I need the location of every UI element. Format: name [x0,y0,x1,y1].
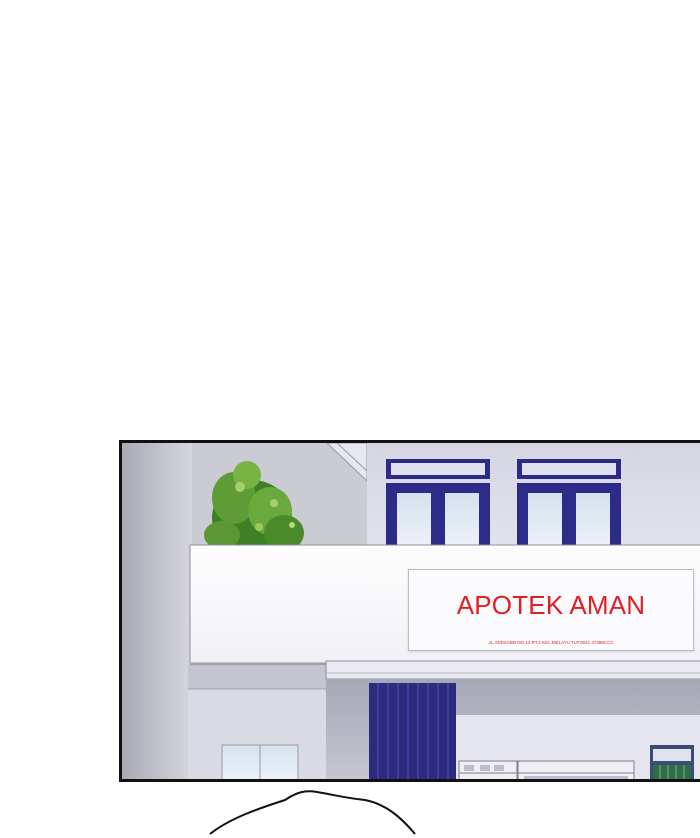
pharmacy-sign-name: APOTEK AMAN [456,590,646,620]
blue-curtain [369,683,456,779]
upper-window-right [517,459,621,558]
comic-page: APOTEK AMAN JL.ANDSABD NO.14 RT.2 KEL.ME… [0,0,700,835]
shop-right-window [650,745,694,779]
pharmacy-sign: APOTEK AMAN JL.ANDSABD NO.14 RT.2 KEL.ME… [408,569,694,651]
shop-canopy [325,660,700,680]
upper-window-left [386,459,490,558]
comic-panel: APOTEK AMAN JL.ANDSABD NO.14 RT.2 KEL.ME… [119,440,700,782]
shop-counters [458,760,635,779]
left-wall [122,443,192,779]
pharmacy-sign-address: JL.ANDSABD NO.14 RT.2 KEL.MELAYU TLP.004… [488,640,614,645]
speech-bubble-top [209,790,416,835]
